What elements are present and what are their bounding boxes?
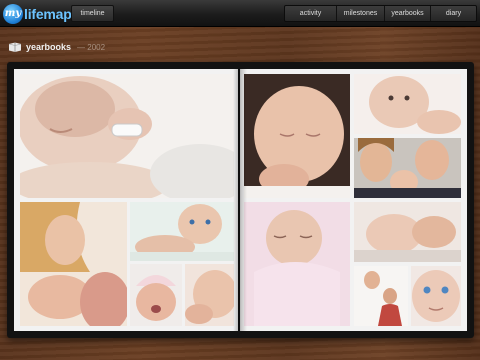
mother-with-baby-image — [20, 202, 127, 326]
mother-lifting-baby-image — [354, 266, 408, 326]
nav-diary[interactable]: diary — [431, 6, 476, 21]
photo-baby-resting[interactable] — [185, 264, 234, 326]
photo-baby-blue-eyes[interactable] — [411, 266, 461, 326]
parents-with-baby-image — [354, 138, 461, 198]
baby-wrapped-image — [244, 202, 350, 326]
timeline-button[interactable]: timeline — [71, 5, 114, 22]
baby-blue-eyes-image — [411, 266, 461, 326]
baby-on-tummy-image — [130, 202, 234, 261]
baby-face-image — [354, 74, 461, 134]
section-title: yearbooks — [26, 42, 72, 52]
nav-yearbooks[interactable]: yearbooks — [385, 6, 431, 21]
photo-baby-on-tummy[interactable] — [130, 202, 234, 261]
baby-being-held-image — [354, 202, 461, 262]
photo-parents-with-baby[interactable] — [354, 138, 461, 198]
book-spine — [233, 69, 247, 331]
logo-badge: my — [3, 3, 23, 24]
logo-text: lifemap — [24, 5, 72, 22]
book-icon — [8, 42, 22, 52]
yearbook — [7, 62, 474, 338]
section-year: — 2002 — [77, 42, 106, 52]
nav-milestones[interactable]: milestones — [337, 6, 385, 21]
baby-in-hat-image — [130, 264, 182, 326]
nav-activity[interactable]: activity — [285, 6, 337, 21]
sleeping-newborn-image — [20, 74, 234, 198]
sleeping-newborn-closeup-image — [244, 74, 350, 198]
baby-resting-image — [185, 264, 234, 326]
app-logo[interactable]: my lifemap — [3, 3, 72, 24]
photo-sleeping-newborn-hospital-band[interactable] — [20, 74, 234, 198]
photo-mother-lifting-baby[interactable] — [354, 266, 408, 326]
photo-baby-face[interactable] — [354, 74, 461, 134]
photo-baby-being-held[interactable] — [354, 202, 461, 262]
top-bar: my lifemap timeline activity milestones … — [0, 0, 480, 27]
photo-sleeping-newborn-closeup[interactable] — [244, 74, 350, 198]
main-nav: activity milestones yearbooks diary — [284, 5, 477, 22]
year-value: 2002 — [87, 42, 106, 52]
section-header: yearbooks — 2002 — [8, 39, 105, 55]
photo-baby-wrapped-in-blanket[interactable] — [244, 202, 350, 326]
photo-baby-in-hat-crying[interactable] — [130, 264, 182, 326]
photo-mother-with-baby[interactable] — [20, 202, 127, 326]
